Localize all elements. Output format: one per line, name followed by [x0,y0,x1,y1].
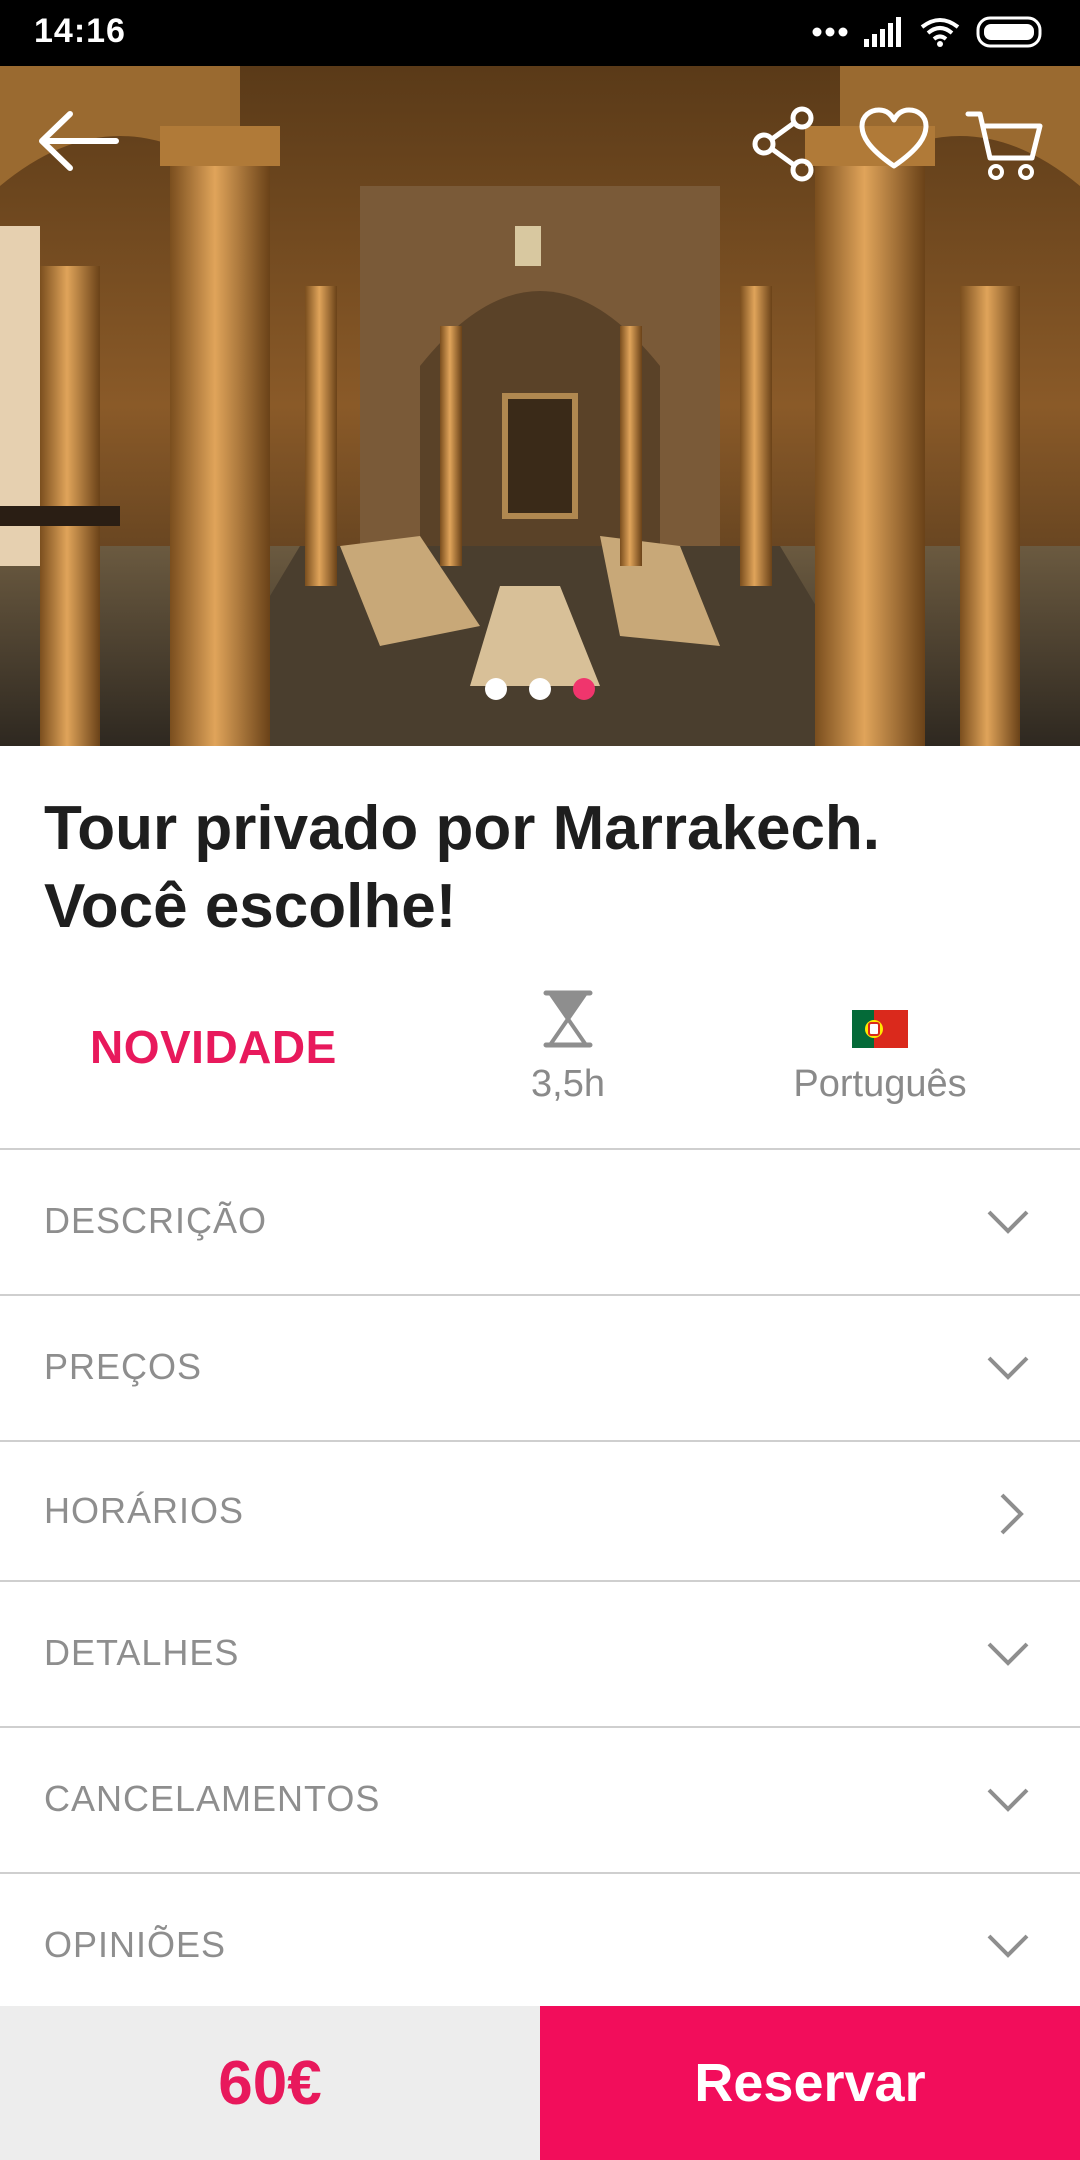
section-label: CANCELAMENTOS [44,1778,381,1819]
chevron-down-icon [987,1210,1029,1234]
section-detalhes[interactable]: DETALHES [0,1580,1080,1726]
section-label: DETALHES [44,1632,240,1673]
section-precos[interactable]: PREÇOS [0,1294,1080,1440]
battery-icon [976,16,1042,48]
duration-info: 3,5h [488,990,648,1106]
carousel-indicator [0,678,1080,700]
wifi-icon [920,18,960,47]
signal-icon [864,17,901,47]
chevron-right-icon [1000,1493,1024,1535]
cart-icon[interactable] [964,106,1044,182]
language-value: Português [793,1063,967,1105]
section-cancelamentos[interactable]: CANCELAMENTOS [0,1726,1080,1872]
status-bar: 14:16 [0,0,1080,66]
chevron-down-icon [987,1642,1029,1666]
section-descricao[interactable]: DESCRIÇÃO [0,1148,1080,1294]
section-opinioes[interactable]: OPINIÕES [0,1872,1080,2006]
language-info: Português [760,990,1000,1106]
status-time: 14:16 [34,12,126,50]
favorite-heart-icon[interactable] [858,106,930,172]
section-label: OPINIÕES [44,1924,227,1965]
section-label: PREÇOS [44,1346,203,1387]
duration-value: 3,5h [531,1063,605,1105]
status-icons [812,16,1046,48]
carousel-dot[interactable] [485,678,507,700]
more-dots-icon [812,27,848,37]
price-label: 60€ [0,2006,540,2160]
carousel-dot[interactable] [529,678,551,700]
back-arrow-icon[interactable] [36,106,120,176]
tour-photo-carousel[interactable] [0,66,1080,746]
section-horarios[interactable]: HORÁRIOS [0,1440,1080,1580]
booking-bar: 60€ Reservar [0,2006,1080,2160]
tour-title-line2: Você escolhe! [44,872,457,941]
reserve-button[interactable]: Reservar [540,2006,1080,2160]
carousel-dot-active[interactable] [573,678,595,700]
hourglass-icon [543,990,593,1048]
tour-title: Tour privado por Marrakech. Você escolhe… [44,790,1044,946]
chevron-down-icon [987,1788,1029,1812]
chevron-down-icon [987,1356,1029,1380]
chevron-down-icon [987,1934,1029,1958]
tour-info-row: NOVIDADE 3,5h Português [0,980,1080,1130]
tour-title-line1: Tour privado por Marrakech. [44,794,881,863]
new-badge: NOVIDADE [90,1021,337,1073]
portugal-flag-icon [852,1010,908,1048]
share-icon[interactable] [752,106,818,182]
section-label: HORÁRIOS [44,1490,245,1531]
section-label: DESCRIÇÃO [44,1200,268,1241]
